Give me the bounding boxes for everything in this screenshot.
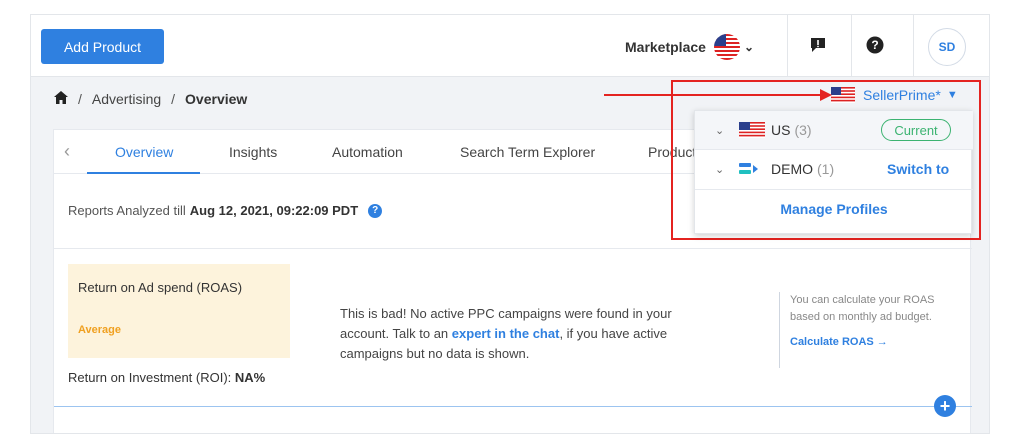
marketplace-label: Marketplace: [625, 39, 706, 55]
section-divider: [54, 406, 972, 407]
feedback-icon[interactable]: [808, 35, 828, 55]
profile-name: DEMO (1): [771, 161, 834, 177]
profile-label: DEMO: [771, 161, 813, 177]
expert-chat-link[interactable]: expert in the chat: [452, 326, 560, 341]
manage-profiles-button[interactable]: Manage Profiles: [695, 201, 973, 217]
reports-prefix: Reports Analyzed till: [68, 203, 186, 218]
breadcrumb-advertising[interactable]: Advertising: [92, 91, 161, 107]
profile-row-us[interactable]: ⌄ US (3) Current: [695, 111, 973, 149]
current-badge: Current: [881, 119, 951, 141]
divider: [913, 15, 914, 77]
chevron-down-icon[interactable]: ⌄: [715, 124, 724, 137]
profiles-dropdown: ⌄ US (3) Current ⌄ DEMO (1) Switch to Mana…: [694, 110, 973, 234]
no-campaigns-message: This is bad! No active PPC campaigns wer…: [340, 304, 710, 364]
roi-line: Return on Investment (ROI): NA%: [68, 370, 265, 385]
reports-analyzed: Reports Analyzed till Aug 12, 2021, 09:2…: [68, 203, 383, 218]
profile-count: (3): [794, 122, 812, 138]
demo-profile-icon: [739, 163, 758, 174]
divider: [695, 189, 973, 190]
top-header: Add Product Marketplace ⌄ ? SD: [31, 15, 989, 77]
marketplace-selector[interactable]: Marketplace ⌄: [625, 34, 754, 60]
home-icon[interactable]: [54, 91, 68, 107]
breadcrumb-separator: /: [171, 91, 176, 107]
tab-search-term-explorer[interactable]: Search Term Explorer: [460, 130, 595, 174]
divider: [851, 15, 852, 77]
roi-value: NA%: [234, 370, 266, 385]
switch-to-button[interactable]: Switch to: [887, 161, 949, 177]
chevron-down-icon: ⌄: [743, 40, 754, 54]
tab-overview[interactable]: Overview: [115, 130, 173, 174]
profile-count: (1): [817, 161, 835, 177]
chevron-left-icon[interactable]: ‹: [64, 141, 70, 162]
calculate-roas-link[interactable]: Calculate ROAS →: [790, 336, 949, 348]
breadcrumb: / Advertising / Overview: [54, 91, 247, 107]
us-flag-icon: [739, 122, 765, 138]
profile-name: US (3): [771, 122, 812, 138]
side-note-text: You can calculate your ROAS based on mon…: [790, 294, 935, 323]
profile-row-demo[interactable]: ⌄ DEMO (1) Switch to: [695, 150, 973, 188]
roas-level: Average: [78, 324, 122, 336]
divider: [787, 15, 788, 77]
add-icon[interactable]: +: [934, 395, 956, 417]
us-flag-icon: [713, 34, 740, 60]
tab-insights[interactable]: Insights: [229, 130, 277, 174]
active-tab-indicator: [87, 172, 200, 174]
help-icon[interactable]: ?: [865, 35, 885, 55]
avatar[interactable]: SD: [928, 28, 966, 66]
info-icon[interactable]: ?: [368, 203, 383, 218]
add-product-button[interactable]: Add Product: [41, 29, 164, 64]
tab-automation[interactable]: Automation: [332, 130, 403, 174]
roas-side-note: You can calculate your ROAS based on mon…: [779, 292, 949, 368]
roas-panel: Return on Ad spend (ROAS) Average: [68, 264, 290, 358]
divider: [54, 248, 972, 249]
roas-title: Return on Ad spend (ROAS): [78, 280, 243, 295]
breadcrumb-separator: /: [78, 91, 82, 107]
roi-label: Return on Investment (ROI):: [68, 370, 232, 385]
profile-label: US: [771, 122, 791, 138]
svg-text:?: ?: [871, 38, 878, 52]
reports-date: Aug 12, 2021, 09:22:09 PDT: [189, 203, 359, 218]
breadcrumb-current: Overview: [185, 91, 248, 107]
chevron-down-icon[interactable]: ⌄: [715, 163, 724, 176]
